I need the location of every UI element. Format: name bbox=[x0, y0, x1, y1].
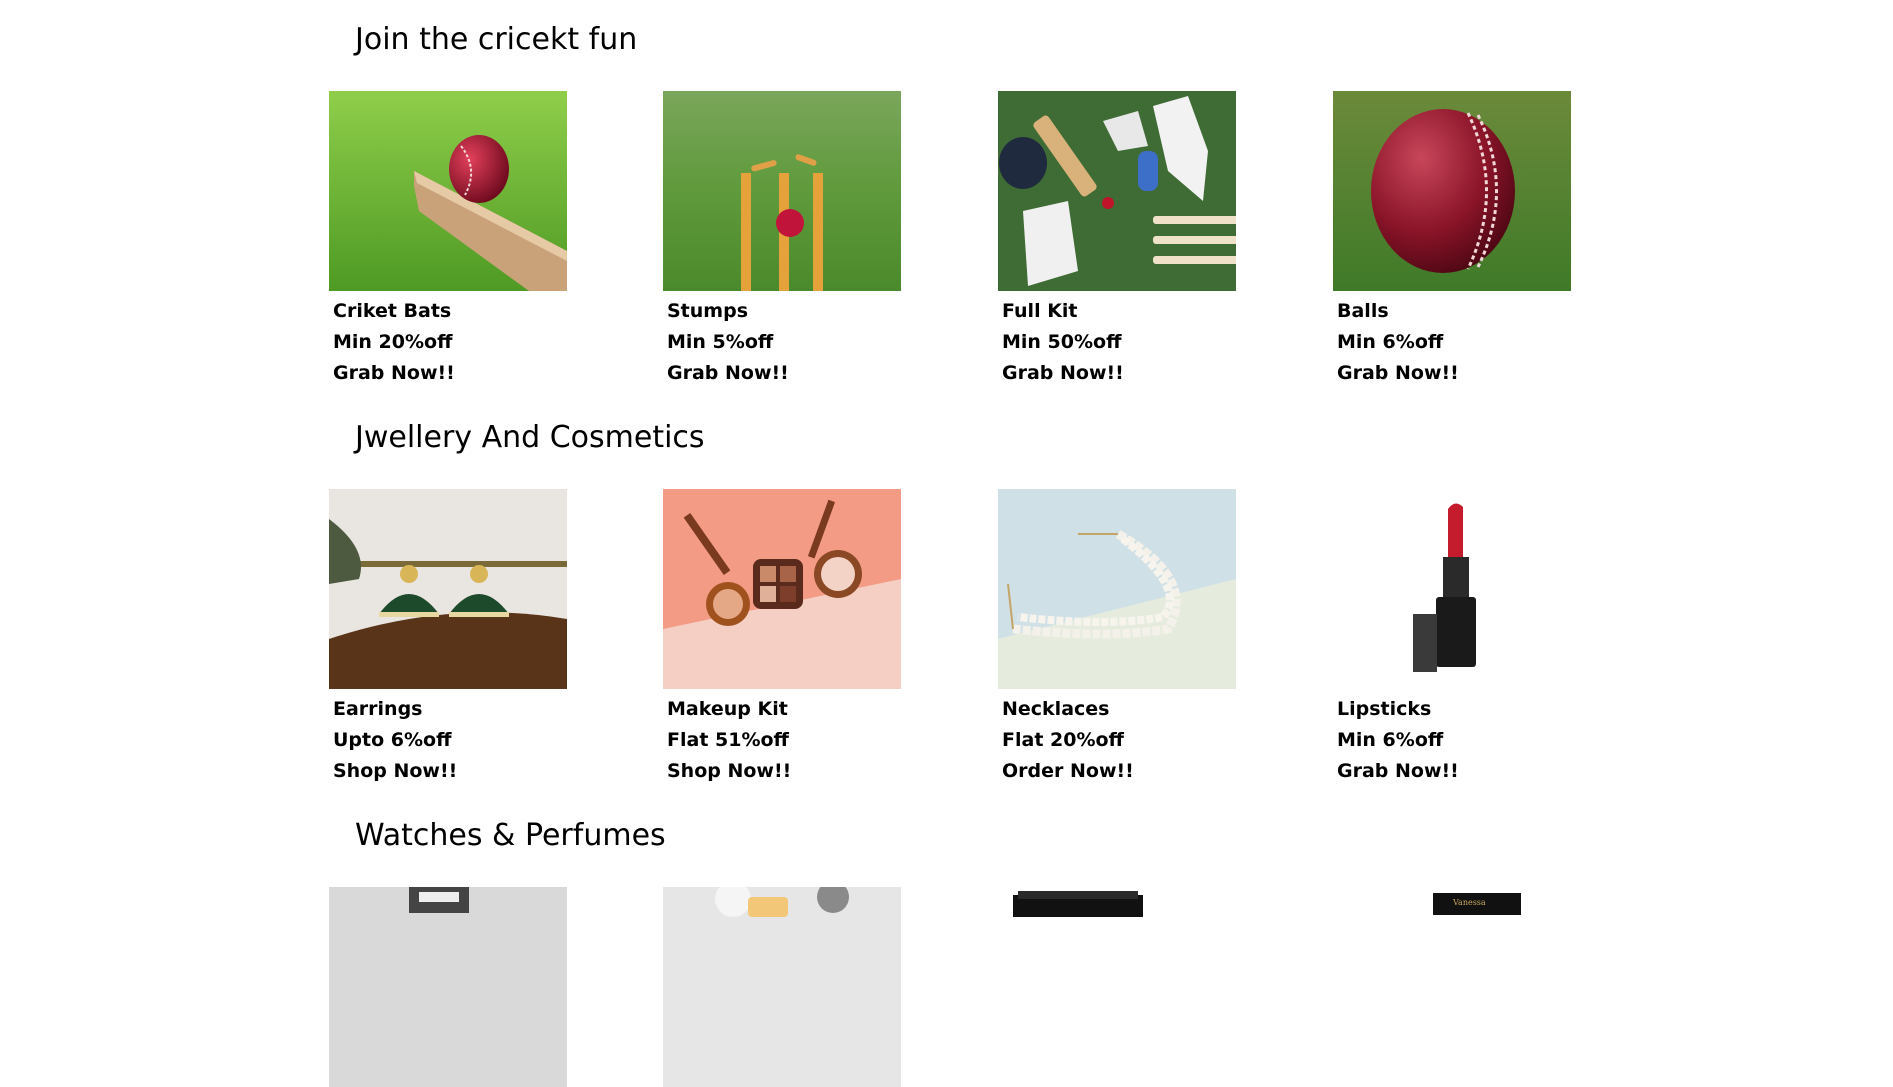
product-name: Stumps bbox=[667, 300, 749, 322]
product-name: Lipsticks bbox=[1337, 698, 1432, 720]
perfume-box-label: Vanessa bbox=[1452, 898, 1486, 907]
product-offer: Min 6%off bbox=[1337, 331, 1444, 353]
red-lipstick-image[interactable] bbox=[1333, 489, 1571, 689]
grab-now-link[interactable]: Grab Now!! bbox=[1002, 358, 1236, 389]
shop-now-link[interactable]: Shop Now!! bbox=[333, 756, 567, 787]
product-name: Full Kit bbox=[1002, 300, 1078, 322]
product-card-box[interactable] bbox=[998, 887, 1236, 1087]
grab-now-link[interactable]: Grab Now!! bbox=[1337, 358, 1571, 389]
perfume-box-image[interactable]: Vanessa bbox=[1333, 887, 1571, 1087]
black-box-image[interactable] bbox=[998, 887, 1236, 1087]
product-card-stumps[interactable]: Stumps Min 5%off Grab Now!! bbox=[663, 91, 901, 389]
cricket-ball-on-bat-image[interactable] bbox=[329, 91, 567, 291]
jhumka-earrings-image[interactable] bbox=[329, 489, 567, 689]
red-cricket-ball-image[interactable] bbox=[1333, 91, 1571, 291]
shop-now-link[interactable]: Shop Now!! bbox=[667, 756, 901, 787]
ball-hitting-stumps-image[interactable] bbox=[663, 91, 901, 291]
product-offer: Min 50%off bbox=[1002, 331, 1122, 353]
product-offer: Min 20%off bbox=[333, 331, 453, 353]
product-offer: Min 5%off bbox=[667, 331, 774, 353]
product-card-necklaces[interactable]: Necklaces Flat 20%off Order Now!! bbox=[998, 489, 1236, 787]
product-name: Balls bbox=[1337, 300, 1389, 322]
product-card-cricket-bats[interactable]: Criket Bats Min 20%off Grab Now!! bbox=[329, 91, 567, 389]
cricket-kit-flatlay-image[interactable] bbox=[998, 91, 1236, 291]
grab-now-link[interactable]: Grab Now!! bbox=[667, 358, 901, 389]
product-offer: Upto 6%off bbox=[333, 729, 452, 751]
product-offer: Flat 20%off bbox=[1002, 729, 1124, 751]
product-card-perfume-box[interactable]: Vanessa bbox=[1333, 887, 1571, 1087]
product-offer: Min 6%off bbox=[1337, 729, 1444, 751]
watch-image[interactable] bbox=[329, 887, 567, 1087]
section-title: Join the cricekt fun bbox=[355, 22, 638, 57]
product-card-earrings[interactable]: Earrings Upto 6%off Shop Now!! bbox=[329, 489, 567, 787]
product-name: Earrings bbox=[333, 698, 423, 720]
pearl-necklace-image[interactable] bbox=[998, 489, 1236, 689]
order-now-link[interactable]: Order Now!! bbox=[1002, 756, 1236, 787]
makeup-kit-image[interactable] bbox=[663, 489, 901, 689]
section-title: Watches & Perfumes bbox=[355, 818, 666, 853]
grab-now-link[interactable]: Grab Now!! bbox=[1337, 756, 1571, 787]
product-card-perfume[interactable] bbox=[663, 887, 901, 1087]
product-name: Makeup Kit bbox=[667, 698, 788, 720]
grab-now-link[interactable]: Grab Now!! bbox=[333, 358, 567, 389]
perfume-splash-image[interactable] bbox=[663, 887, 901, 1087]
product-card-makeup-kit[interactable]: Makeup Kit Flat 51%off Shop Now!! bbox=[663, 489, 901, 787]
product-card-watch[interactable] bbox=[329, 887, 567, 1087]
product-name: Criket Bats bbox=[333, 300, 452, 322]
product-name: Necklaces bbox=[1002, 698, 1110, 720]
product-card-balls[interactable]: Balls Min 6%off Grab Now!! bbox=[1333, 91, 1571, 389]
section-title: Jwellery And Cosmetics bbox=[355, 420, 705, 455]
product-card-lipsticks[interactable]: Lipsticks Min 6%off Grab Now!! bbox=[1333, 489, 1571, 787]
product-card-full-kit[interactable]: Full Kit Min 50%off Grab Now!! bbox=[998, 91, 1236, 389]
product-offer: Flat 51%off bbox=[667, 729, 789, 751]
